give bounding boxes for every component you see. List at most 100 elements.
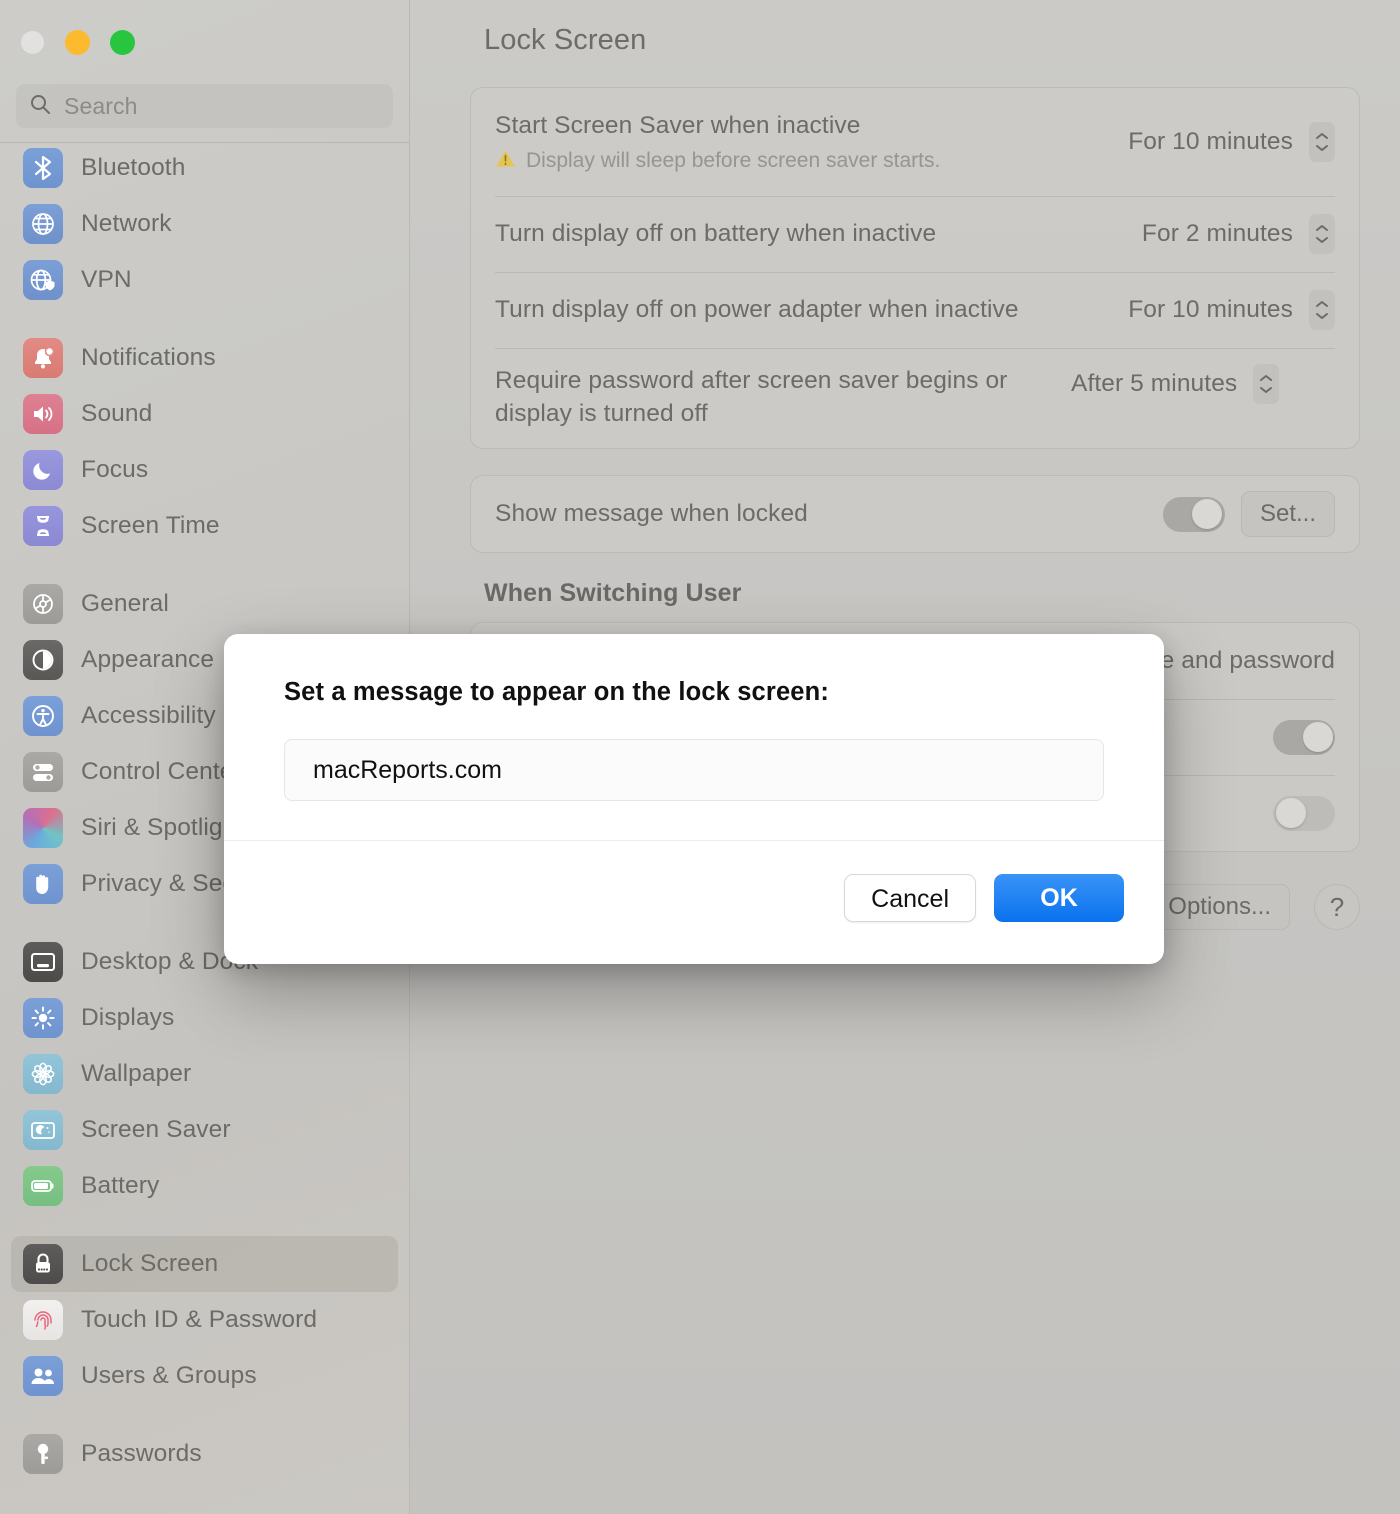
sidebar-item-label: Users & Groups: [81, 1362, 257, 1389]
switching-user-toggle-1[interactable]: [1273, 719, 1335, 755]
sidebar-item-label: Control Center: [81, 758, 242, 785]
stepper-control[interactable]: [1309, 122, 1335, 162]
nav-group: Bluetooth Network VPN: [11, 140, 398, 330]
sidebar-item-label: Network: [81, 210, 172, 237]
row-text: Turn display off on battery when inactiv…: [495, 218, 1126, 251]
row-label: Turn display off on battery when inactiv…: [495, 219, 937, 247]
toggle-knob: [1302, 722, 1333, 752]
help-button[interactable]: ?: [1314, 884, 1360, 930]
users-icon: [23, 1356, 63, 1396]
sidebar-item-bluetooth[interactable]: Bluetooth: [11, 140, 398, 196]
sidebar-item-passwords[interactable]: Passwords: [11, 1426, 398, 1482]
sidebar-item-touch-id-password[interactable]: Touch ID & Password: [11, 1292, 398, 1348]
hourglass-icon: [23, 506, 63, 546]
row-text: Turn display off on power adapter when i…: [495, 294, 1112, 327]
switching-user-toggle-2[interactable]: [1273, 795, 1335, 831]
row-label: Require password after screen saver begi…: [495, 367, 1008, 427]
require-password-row: Require password after screen saver begi…: [495, 348, 1335, 448]
globe-icon: [23, 204, 63, 244]
toggle-knob: [1192, 499, 1223, 529]
appearance-icon: [23, 640, 63, 680]
battery-icon: [23, 1166, 63, 1206]
sidebar-item-focus[interactable]: Focus: [11, 442, 398, 498]
display-off-battery-row: Turn display off on battery when inactiv…: [495, 196, 1335, 272]
warning-triangle-icon: [495, 149, 516, 174]
show-message-row: Show message when locked Set...: [495, 476, 1335, 552]
sidebar-item-network[interactable]: Network: [11, 196, 398, 252]
sidebar-item-vpn[interactable]: VPN: [11, 252, 398, 308]
maximize-button[interactable]: [110, 29, 135, 55]
lock-message-input[interactable]: [284, 739, 1104, 801]
window-controls: [0, 0, 409, 84]
brightness-icon: [23, 998, 63, 1038]
dialog-actions: Cancel OK: [844, 874, 1124, 922]
sidebar-item-label: Siri & Spotlight: [81, 814, 244, 841]
sidebar-item-label: Wallpaper: [81, 1060, 192, 1087]
sidebar-item-general[interactable]: General: [11, 576, 398, 632]
sidebar-item-sound[interactable]: Sound: [11, 386, 398, 442]
moon-icon: [23, 450, 63, 490]
dialog-divider: [224, 840, 1164, 841]
display-off-power-adapter-row: Turn display off on power adapter when i…: [495, 272, 1335, 348]
start-screen-saver-row: Start Screen Saver when inactive Display…: [495, 88, 1335, 196]
page-title: Lock Screen: [484, 24, 647, 56]
show-message-toggle[interactable]: [1162, 496, 1225, 532]
ok-button[interactable]: OK: [994, 874, 1124, 922]
row-value: For 10 minutes: [1128, 296, 1293, 323]
row-label: Turn display off on power adapter when i…: [495, 295, 1019, 323]
gear-icon: [23, 584, 63, 624]
minimize-button[interactable]: [65, 29, 90, 55]
sidebar-item-label: Sound: [81, 400, 153, 427]
dialog-body: Set a message to appear on the lock scre…: [224, 634, 1164, 801]
fingerprint-icon: [23, 1300, 63, 1340]
sidebar-item-label: Touch ID & Password: [81, 1306, 318, 1333]
speaker-icon: [23, 394, 63, 434]
nav-group: Notifications Sound Focus Screen Time: [11, 330, 398, 576]
stepper-control[interactable]: [1309, 290, 1335, 330]
set-message-button[interactable]: Set...: [1240, 491, 1335, 537]
sidebar-item-displays[interactable]: Displays: [11, 990, 398, 1046]
cancel-button[interactable]: Cancel: [844, 874, 976, 922]
row-label: Start Screen Saver when inactive: [495, 112, 861, 140]
stepper-control[interactable]: [1309, 214, 1335, 254]
sidebar-item-lock-screen[interactable]: Lock Screen: [11, 1236, 398, 1292]
siri-icon: [23, 808, 63, 848]
warning-text: Display will sleep before screen saver s…: [526, 149, 941, 173]
row-text: Require password after screen saver begi…: [495, 365, 1055, 430]
stepper-control[interactable]: [1253, 364, 1280, 404]
sidebar-item-label: Appearance: [81, 646, 215, 673]
sidebar-item-wallpaper[interactable]: Wallpaper: [11, 1046, 398, 1102]
accessibility-icon: [23, 696, 63, 736]
sidebar-item-label: Screen Saver: [81, 1116, 231, 1143]
bell-icon: [23, 338, 63, 378]
sidebar-item-battery[interactable]: Battery: [11, 1158, 398, 1214]
nav-group: Lock Screen Touch ID & Password Users & …: [11, 1236, 398, 1426]
sidebar-item-notifications[interactable]: Notifications: [11, 330, 398, 386]
lock-icon: [23, 1244, 63, 1284]
dialog-title: Set a message to appear on the lock scre…: [284, 678, 829, 706]
sidebar-item-screen-time[interactable]: Screen Time: [11, 498, 398, 554]
wallpaper-icon: [23, 1054, 63, 1094]
nav-group: Desktop & Dock Displays Wallpaper Screen…: [11, 934, 398, 1236]
sidebar-item-users-groups[interactable]: Users & Groups: [11, 1348, 398, 1404]
sidebar-item-label: General: [81, 590, 169, 617]
sidebar-item-label: Focus: [81, 456, 149, 483]
screen-saver-settings-card: Start Screen Saver when inactive Display…: [470, 87, 1360, 449]
search-container: Search: [0, 84, 409, 142]
sidebar-item-label: Bluetooth: [81, 154, 186, 181]
sidebar-item-label: Battery: [81, 1172, 160, 1199]
row-text: Start Screen Saver when inactive Display…: [495, 110, 1112, 174]
close-button[interactable]: [20, 29, 45, 55]
sidebar-item-label: Passwords: [81, 1440, 202, 1467]
key-icon: [23, 1434, 63, 1474]
search-placeholder: Search: [64, 92, 138, 119]
sidebar-item-screen-saver[interactable]: Screen Saver: [11, 1102, 398, 1158]
control-center-icon: [23, 752, 63, 792]
search-input[interactable]: Search: [16, 84, 393, 128]
row-label: Show message when locked: [495, 499, 808, 527]
lock-message-card: Show message when locked Set...: [470, 475, 1360, 553]
screen-saver-icon: [23, 1110, 63, 1150]
sidebar-item-label: Displays: [81, 1004, 175, 1031]
row-value: After 5 minutes: [1071, 370, 1238, 397]
row-value: For 10 minutes: [1128, 128, 1293, 155]
